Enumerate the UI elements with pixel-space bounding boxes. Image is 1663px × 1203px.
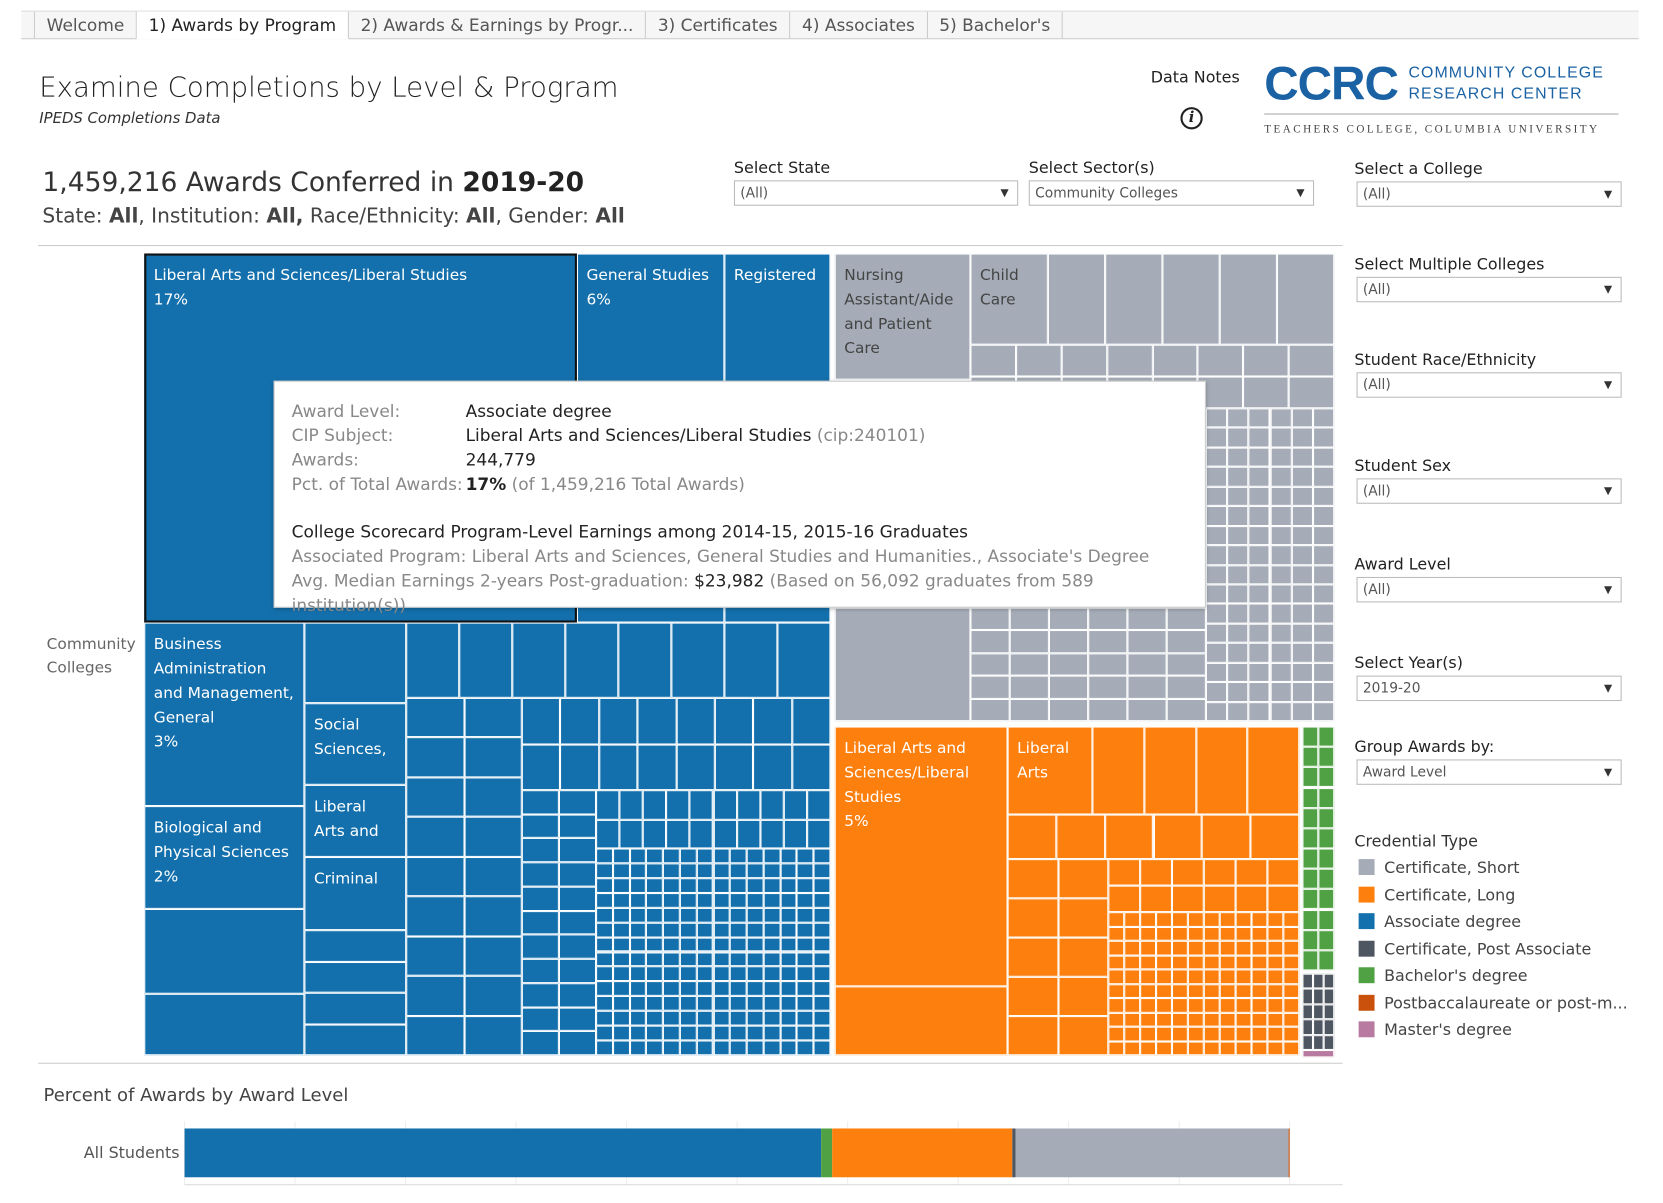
bar-segment-associate-degree[interactable] [184,1128,822,1178]
bar-segment-bachelor-s-degree[interactable] [821,1128,833,1178]
bar-segment-postbaccalaureate-or-post-m-[interactable] [1288,1128,1290,1178]
bar-segment-certificate-post-associate[interactable] [1012,1128,1016,1178]
bar-segment-certificate-long[interactable] [832,1128,1013,1178]
percent-bar-chart [184,1121,1343,1186]
bar-segment-certificate-short[interactable] [1015,1128,1289,1178]
